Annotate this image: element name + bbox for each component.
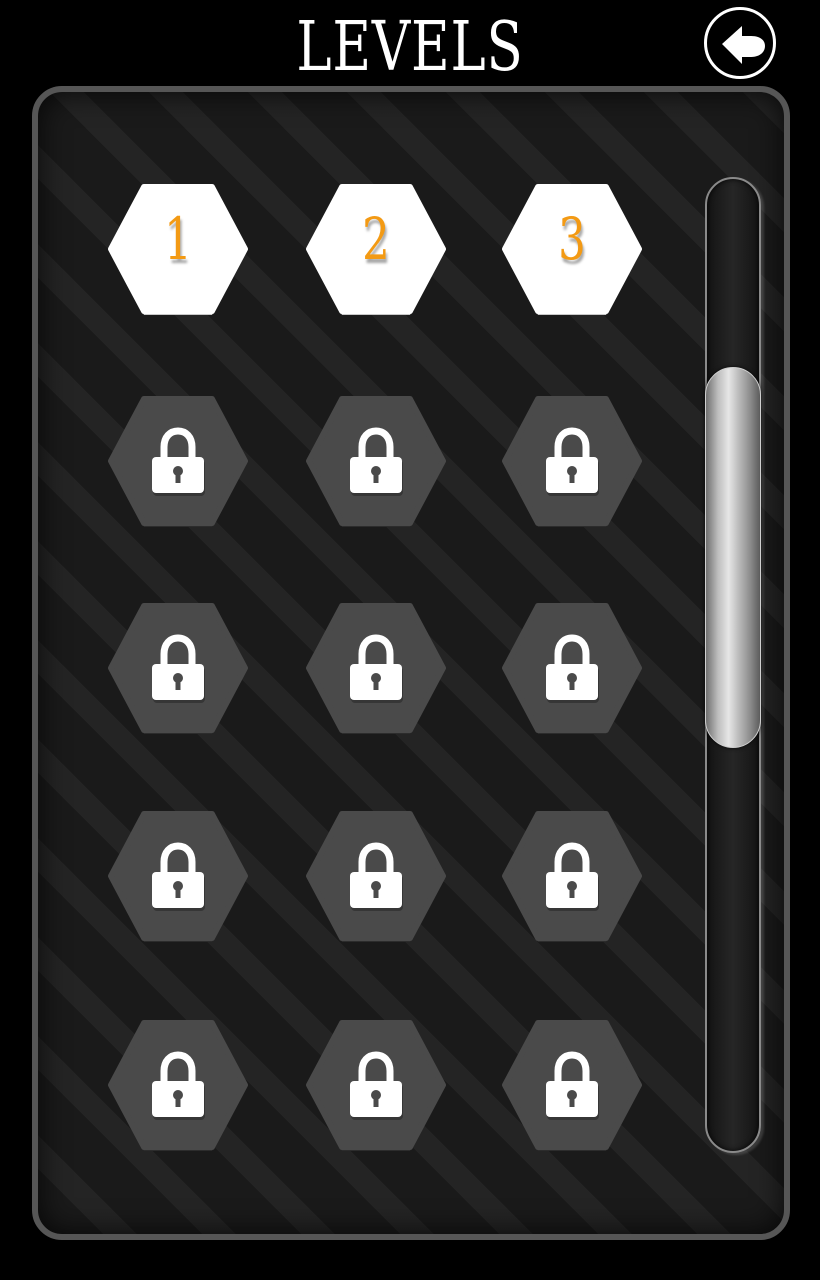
locked-level-tile[interactable] [502, 811, 642, 942]
hexagon-shape [108, 396, 248, 527]
locked-level-tile[interactable] [306, 1020, 446, 1151]
hexagon-shape [502, 1020, 642, 1151]
back-button[interactable] [704, 7, 776, 79]
locked-level-tile[interactable] [306, 811, 446, 942]
level-3-button[interactable]: 3 [502, 184, 642, 315]
hexagon-shape [306, 603, 446, 734]
locked-level-tile[interactable] [108, 811, 248, 942]
hexagon-shape [108, 811, 248, 942]
level-number: 3 [558, 205, 586, 273]
hexagon-shape [108, 603, 248, 734]
level-number: 1 [164, 205, 192, 273]
locked-level-tile[interactable] [108, 603, 248, 734]
scrollbar-thumb[interactable] [705, 367, 761, 748]
hexagon-shape [502, 603, 642, 734]
level-2-button[interactable]: 2 [306, 184, 446, 315]
locked-level-tile[interactable] [502, 1020, 642, 1151]
hexagon-shape [306, 811, 446, 942]
hexagon-shape [108, 1020, 248, 1151]
hexagon-shape [306, 396, 446, 527]
hexagon-shape [502, 396, 642, 527]
locked-level-tile[interactable] [108, 396, 248, 527]
locked-level-tile[interactable] [502, 396, 642, 527]
level-1-button[interactable]: 1 [108, 184, 248, 315]
locked-level-tile[interactable] [108, 1020, 248, 1151]
arrow-left-icon [722, 26, 765, 64]
hexagon-shape [306, 1020, 446, 1151]
locked-level-tile[interactable] [502, 603, 642, 734]
page-title: LEVELS [296, 8, 524, 87]
level-number: 2 [362, 205, 390, 273]
locked-level-tile[interactable] [306, 396, 446, 527]
locked-level-tile[interactable] [306, 603, 446, 734]
hexagon-shape [502, 811, 642, 942]
